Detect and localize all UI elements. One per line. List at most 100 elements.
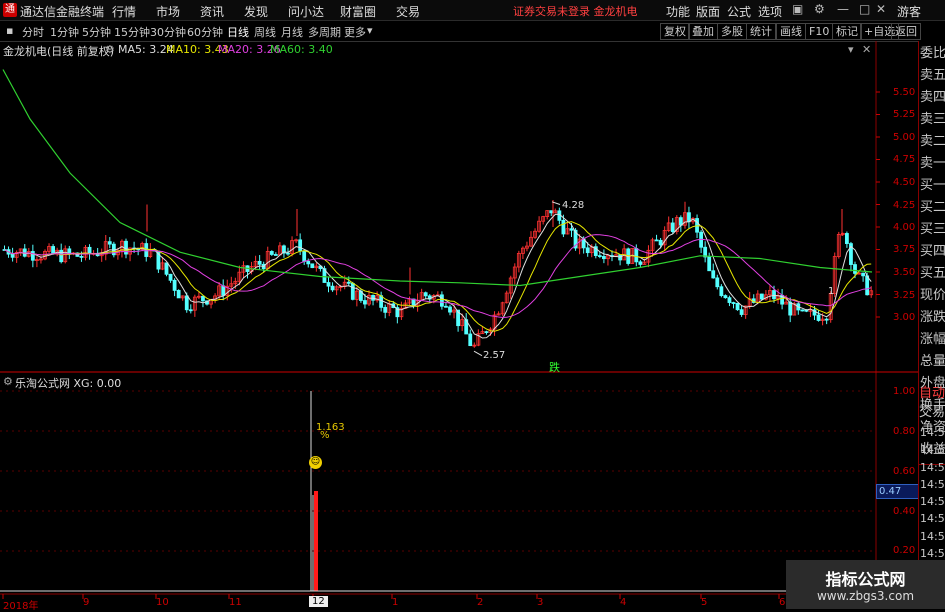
candle-body <box>707 256 712 272</box>
menu-discover[interactable]: 发现 <box>244 3 268 20</box>
menu-ask[interactable]: 问小达 <box>288 3 324 20</box>
candle-body <box>302 250 307 262</box>
close-icon[interactable]: ✕ <box>876 2 886 16</box>
y-tick: 4.00 <box>893 222 916 233</box>
more-chevron-icon[interactable]: ▾ <box>367 24 373 37</box>
x-label: 1 <box>392 597 399 608</box>
indicator-label: 乐淘公式网 XG: 0.00 <box>15 377 122 390</box>
app-logo: 通 <box>3 3 17 17</box>
tab-weekly[interactable]: 周线 <box>254 24 276 40</box>
current-value-box: 0.47 <box>876 484 920 499</box>
kline-chart[interactable] <box>0 41 918 609</box>
y-tick: 3.25 <box>893 290 916 301</box>
panel-price: 现价 <box>920 288 945 303</box>
button-back[interactable]: 返回 <box>891 23 921 40</box>
candle-body <box>310 263 315 269</box>
tab-more[interactable]: 更多 <box>344 24 366 40</box>
candle-body <box>10 253 15 258</box>
tab-1min[interactable]: 1分钟 <box>50 24 79 40</box>
tab-daily[interactable]: 日线 <box>227 24 249 40</box>
app-title: 通达信金融终端 <box>20 5 105 19</box>
tab-60min[interactable]: 60分钟 <box>187 24 223 40</box>
x-label: 3 <box>537 597 544 608</box>
button-multi-stock[interactable]: 多股 <box>717 23 747 40</box>
candle-body <box>444 305 448 308</box>
tab-5min[interactable]: 5分钟 <box>82 24 111 40</box>
smiley-icon: ☺ <box>309 456 322 469</box>
candle-body <box>201 295 205 302</box>
candle-body <box>638 261 643 265</box>
candle-body <box>719 286 724 296</box>
panel-bid5: 买五 <box>920 266 945 281</box>
settings-icon[interactable]: ⚙ <box>814 2 825 16</box>
panel-bid-ratio: 委比 <box>920 46 945 61</box>
settings-circle-icon[interactable]: ⚙ <box>105 43 115 56</box>
candle-body <box>298 239 303 252</box>
panel-bid2: 买二 <box>920 200 945 215</box>
period-toolbar: ▪ 分时 1分钟 5分钟 15分钟 30分钟 60分钟 日线 周线 月线 多周期… <box>0 21 945 42</box>
minimize-icon[interactable]: — <box>837 2 849 16</box>
tick-time: 14:56 <box>920 495 945 509</box>
y-tick: 3.50 <box>893 267 916 278</box>
close-chart-icon[interactable]: ✕ <box>862 43 871 56</box>
panel-ask2: 卖二 <box>920 134 945 149</box>
tab-15min[interactable]: 15分钟 <box>114 24 150 40</box>
candle-body <box>585 247 590 254</box>
tab-monthly[interactable]: 月线 <box>281 24 303 40</box>
tab-30min[interactable]: 30分钟 <box>150 24 186 40</box>
login-notice[interactable]: 证券交易未登录 金龙机电 <box>513 3 638 19</box>
candle-body <box>800 309 805 312</box>
candle-body <box>602 256 606 260</box>
menu-trade[interactable]: 交易 <box>396 3 420 20</box>
candle-body <box>423 292 428 297</box>
menu-news[interactable]: 资讯 <box>200 3 224 20</box>
button-draw[interactable]: 画线 <box>776 23 806 40</box>
candlestick-series <box>2 200 874 348</box>
menu-formula[interactable]: 公式 <box>727 3 751 20</box>
button-adjust[interactable]: 复权 <box>660 23 690 40</box>
maximize-icon[interactable]: □ <box>859 2 870 16</box>
panel-auto[interactable]: 自动 <box>919 384 945 403</box>
panel-trade[interactable]: 交易 <box>919 403 945 422</box>
candle-body <box>723 295 728 299</box>
tab-multi-period[interactable]: 多周期 <box>308 24 341 40</box>
button-overlay[interactable]: 叠加 <box>688 23 718 40</box>
button-f10[interactable]: F10 <box>805 23 834 40</box>
ma5-line <box>4 213 872 339</box>
toolbar-dot-icon: ▪ <box>6 24 14 37</box>
ind-y-tick: 1.00 <box>893 386 916 397</box>
collapse-icon[interactable]: ▾ <box>848 43 854 56</box>
indicator-settings-icon[interactable]: ⚙ <box>3 375 13 388</box>
y-tick: 4.25 <box>893 200 916 211</box>
candle-body <box>439 294 444 307</box>
candle-body <box>257 260 262 265</box>
candle-body <box>51 246 55 255</box>
tick-time: 14:56 <box>920 512 945 526</box>
candle-body <box>144 243 149 257</box>
x-label: 9 <box>83 597 90 608</box>
menu-function[interactable]: 功能 <box>666 3 690 20</box>
candle-body <box>654 239 659 242</box>
menu-quotes[interactable]: 行情 <box>112 3 136 20</box>
candle-body <box>379 295 384 308</box>
button-mark[interactable]: 标记 <box>832 23 862 40</box>
user-label[interactable]: 游客 <box>897 3 921 20</box>
panel-bid4: 买四 <box>920 244 945 259</box>
menu-wealth[interactable]: 财富圈 <box>340 3 376 20</box>
y-tick: 5.25 <box>893 109 916 120</box>
candle-body <box>865 275 870 296</box>
candle-body <box>670 222 675 233</box>
button-stats[interactable]: 统计 <box>746 23 776 40</box>
stock-label: 金龙机电(日线 前复权) <box>3 45 115 58</box>
candle-body <box>759 293 764 300</box>
candle-body <box>184 295 189 311</box>
menu-layout[interactable]: 版面 <box>696 3 720 20</box>
x-label: 5 <box>701 597 708 608</box>
candle-body <box>164 262 169 275</box>
menu-market[interactable]: 市场 <box>156 3 180 20</box>
panel-bid3: 买三 <box>920 222 945 237</box>
title-bar: 通 通达信金融终端 行情 市场 资讯 发现 问小达 财富圈 交易 证券交易未登录… <box>0 0 945 21</box>
menu-options[interactable]: 选项 <box>758 3 782 20</box>
skin-icon[interactable]: ▣ <box>792 2 803 16</box>
tab-intraday[interactable]: 分时 <box>22 24 44 40</box>
